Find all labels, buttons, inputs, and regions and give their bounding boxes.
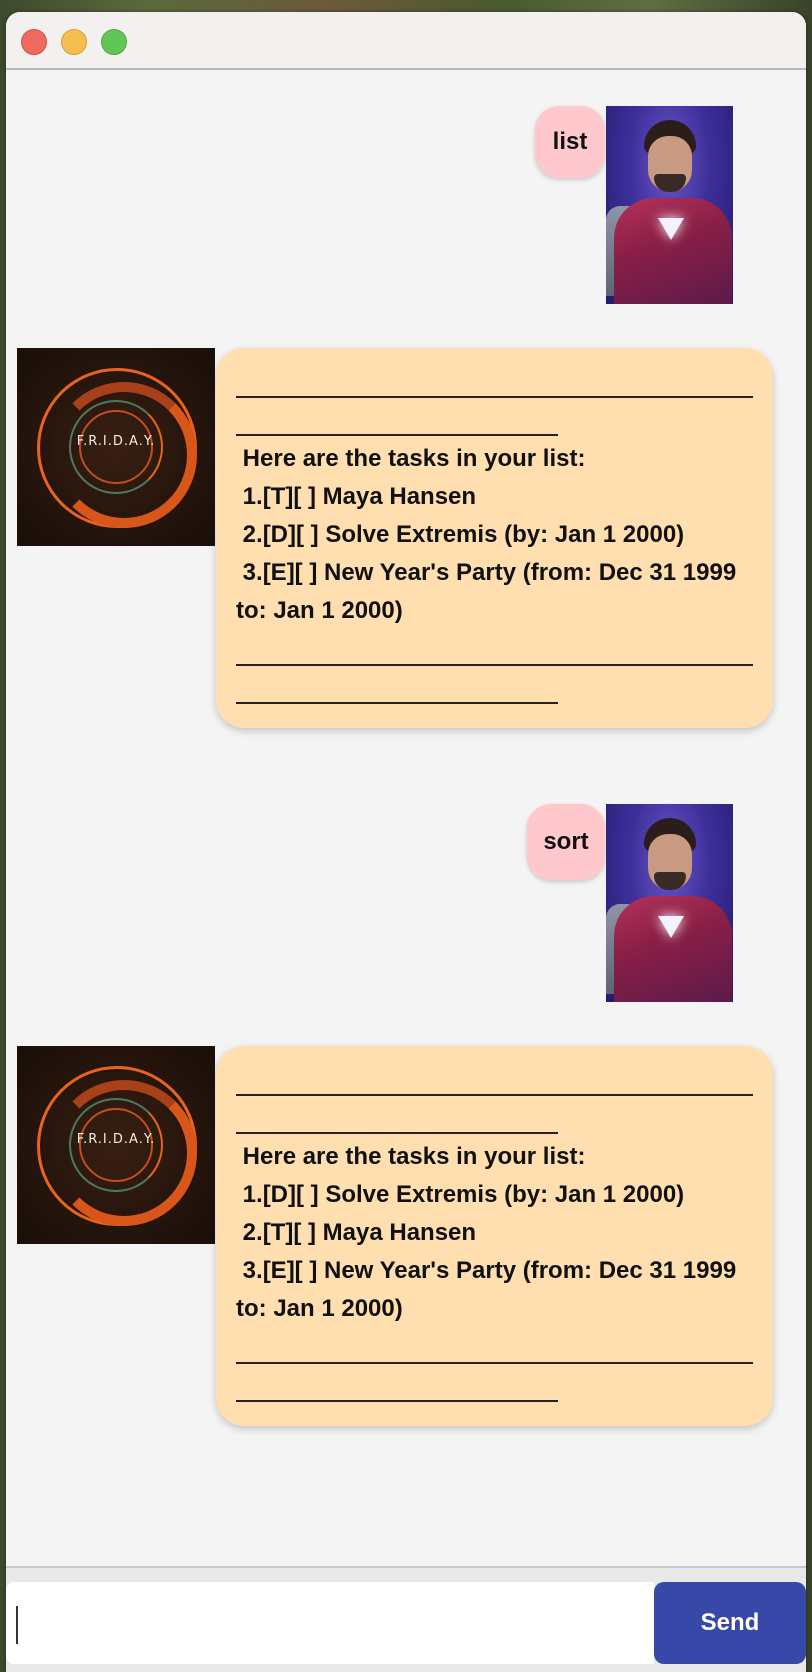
- friday-logo-text: F.R.I.D.A.Y.: [76, 1132, 156, 1147]
- divider-line: [236, 664, 753, 666]
- user-message-text: sort: [543, 828, 589, 855]
- bot-message-text: Here are the tasks in your list: 1.[D][ …: [236, 1143, 737, 1322]
- divider-line: [236, 1362, 753, 1364]
- bot-message-text: Here are the tasks in your list: 1.[T][ …: [236, 445, 737, 624]
- close-window-button[interactable]: [21, 29, 47, 55]
- bot-message-bubble: Here are the tasks in your list: 1.[D][ …: [216, 1046, 773, 1426]
- divider-line: [236, 1094, 753, 1096]
- maximize-window-button[interactable]: [101, 29, 127, 55]
- user-message-bubble: list: [535, 106, 605, 178]
- app-window: list F.R.I.D.A.Y. Here are the tasks in …: [6, 12, 806, 1672]
- divider-line: [236, 1400, 558, 1402]
- title-bar: [6, 12, 806, 70]
- bot-message-bubble: Here are the tasks in your list: 1.[T][ …: [216, 348, 773, 728]
- user-message-text: list: [552, 128, 588, 155]
- chat-scroll-pane[interactable]: list F.R.I.D.A.Y. Here are the tasks in …: [6, 70, 806, 1578]
- minimize-window-button[interactable]: [61, 29, 87, 55]
- divider-line: [236, 434, 558, 436]
- user-message-bubble: sort: [527, 804, 605, 880]
- message-input[interactable]: [6, 1582, 654, 1664]
- divider-line: [236, 396, 753, 398]
- input-bar: Send: [6, 1566, 806, 1672]
- user-avatar: [606, 804, 733, 1002]
- divider-line: [236, 1132, 558, 1134]
- divider-line: [236, 702, 558, 704]
- arc-reactor-icon: [658, 916, 684, 938]
- friday-avatar: F.R.I.D.A.Y.: [17, 1046, 215, 1244]
- arc-reactor-icon: [658, 218, 684, 240]
- friday-avatar: F.R.I.D.A.Y.: [17, 348, 215, 546]
- user-avatar: [606, 106, 733, 304]
- text-caret: [16, 1606, 18, 1644]
- friday-logo-text: F.R.I.D.A.Y.: [76, 434, 156, 449]
- send-button[interactable]: Send: [654, 1582, 806, 1664]
